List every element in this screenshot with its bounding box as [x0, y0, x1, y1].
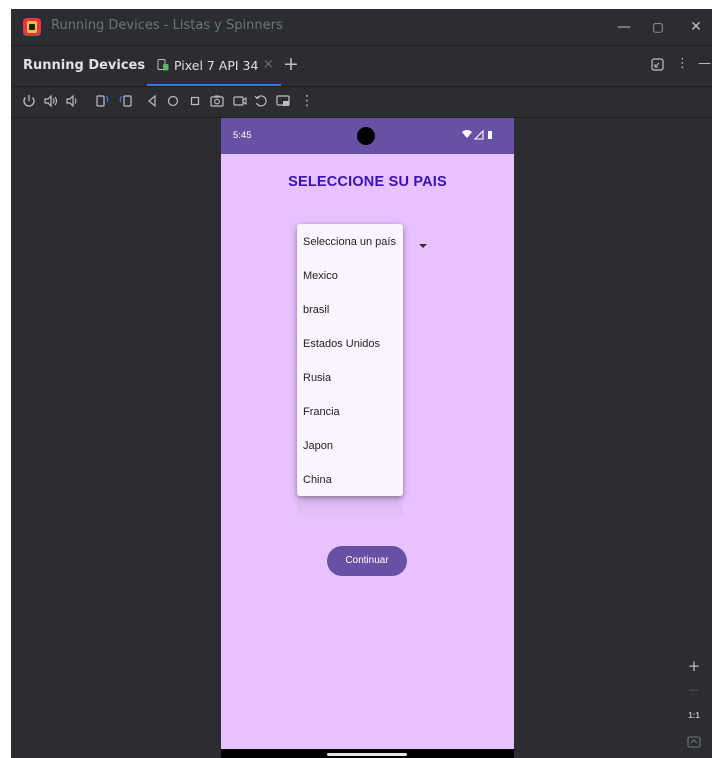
- ide-window: Running Devices - Listas y Spinners — ▢ …: [11, 9, 712, 758]
- dropdown-shadow: [297, 496, 403, 516]
- rotate-left-icon[interactable]: [94, 93, 110, 109]
- panel-title: Running Devices: [23, 58, 146, 73]
- close-button[interactable]: ✕: [681, 15, 711, 39]
- tab-close-icon[interactable]: ×: [263, 57, 274, 72]
- battery-icon: [488, 131, 492, 139]
- title-bar: Running Devices - Listas y Spinners — ▢ …: [11, 9, 712, 46]
- dropdown-option[interactable]: China: [303, 463, 332, 497]
- status-icons: [462, 129, 492, 140]
- power-icon[interactable]: [21, 93, 37, 109]
- device-tab-icon: [157, 59, 169, 71]
- camera-cutout: [357, 127, 375, 145]
- volume-up-icon[interactable]: [43, 93, 59, 109]
- back-icon[interactable]: [144, 93, 160, 109]
- dropdown-option[interactable]: Rusia: [303, 361, 331, 395]
- volume-down-icon[interactable]: [64, 93, 80, 109]
- window-title: Running Devices - Listas y Spinners: [51, 18, 283, 33]
- wifi-icon: [462, 130, 472, 138]
- dropdown-option[interactable]: Estados Unidos: [303, 327, 380, 361]
- hide-panel-icon[interactable]: —: [698, 56, 711, 71]
- dropdown-option[interactable]: Japon: [303, 429, 333, 463]
- zoom-out-button[interactable]: —: [682, 678, 706, 702]
- home-icon[interactable]: [165, 93, 181, 109]
- screenshot-icon[interactable]: [209, 93, 225, 109]
- device-screen[interactable]: 5:45 SELECCIONE SU PAIS Selecciona un pa…: [221, 118, 514, 758]
- zoom-fit-icon[interactable]: [682, 730, 706, 754]
- android-studio-logo-icon: [23, 18, 41, 36]
- reset-icon[interactable]: [253, 93, 269, 109]
- zoom-in-button[interactable]: +: [682, 654, 706, 678]
- status-bar: 5:45: [221, 118, 514, 154]
- zoom-controls: + — 1:1: [682, 654, 706, 754]
- navigation-bar: [221, 749, 514, 758]
- continue-button[interactable]: Continuar: [327, 546, 407, 576]
- dock-window-icon[interactable]: [651, 58, 664, 71]
- options-menu-icon[interactable]: ⋮: [676, 56, 689, 71]
- minimize-button[interactable]: —: [609, 15, 639, 39]
- tab-pixel-7-api-34[interactable]: Pixel 7 API 34 ×: [147, 46, 281, 86]
- zoom-actual-size-button[interactable]: 1:1: [682, 704, 706, 728]
- status-time: 5:45: [233, 130, 252, 141]
- gesture-handle[interactable]: [327, 753, 407, 756]
- add-device-icon[interactable]: +: [283, 53, 299, 75]
- dropdown-option[interactable]: Mexico: [303, 259, 338, 293]
- more-options-icon[interactable]: ⋮: [299, 93, 315, 109]
- dropdown-option[interactable]: brasil: [303, 293, 329, 327]
- screen-record-icon[interactable]: [232, 93, 248, 109]
- overview-icon[interactable]: [187, 93, 203, 109]
- snapshot-icon[interactable]: [275, 93, 291, 109]
- signal-icon: [473, 129, 484, 140]
- country-dropdown-list: Selecciona un país Mexico brasil Estados…: [297, 224, 403, 496]
- dropdown-option[interactable]: Francia: [303, 395, 340, 429]
- spinner-arrow-icon: [419, 244, 427, 248]
- running-devices-tabbar: Running Devices Pixel 7 API 34 × + ⋮ —: [11, 46, 712, 87]
- rotate-right-icon[interactable]: [118, 93, 134, 109]
- tab-label: Pixel 7 API 34: [174, 58, 259, 73]
- dropdown-option[interactable]: Selecciona un país: [303, 225, 396, 259]
- page-title: SELECCIONE SU PAIS: [288, 174, 447, 190]
- device-toolbar: ⋮: [11, 87, 712, 118]
- device-display-area: 5:45 SELECCIONE SU PAIS Selecciona un pa…: [11, 118, 712, 758]
- maximize-button[interactable]: ▢: [643, 15, 673, 39]
